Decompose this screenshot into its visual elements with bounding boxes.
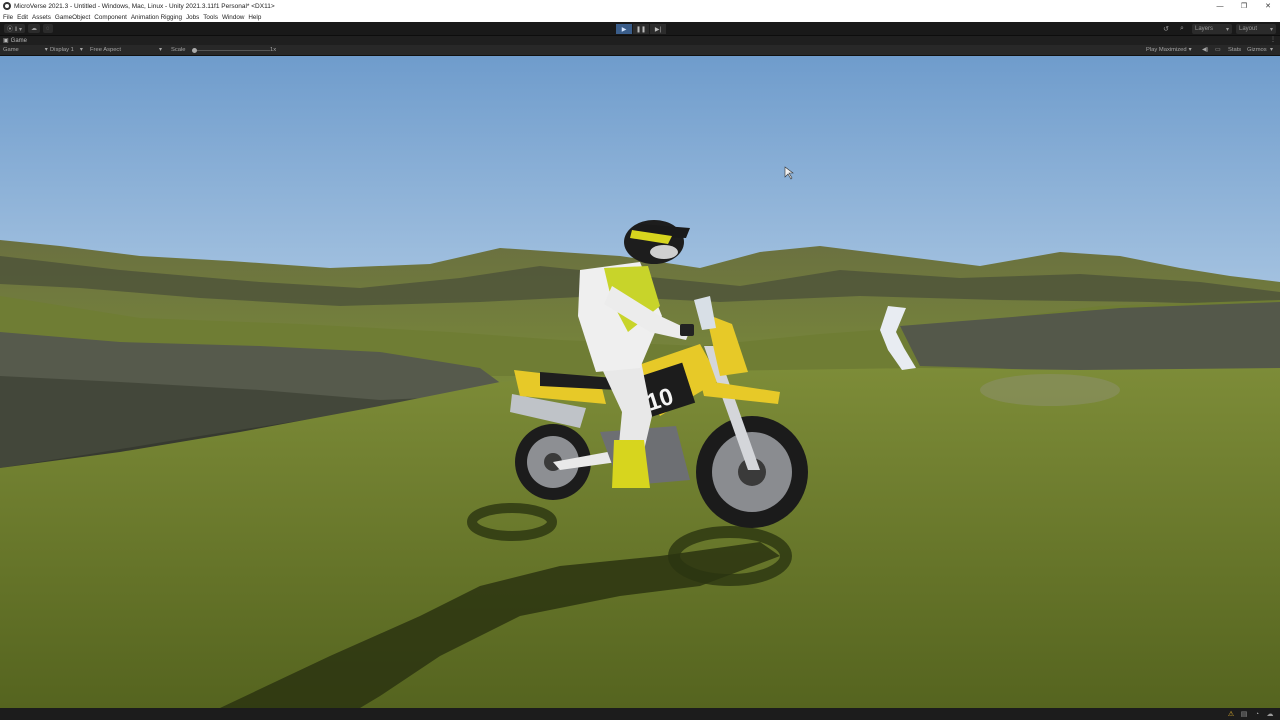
gizmos-dropdown-icon[interactable]: ▾ <box>1270 47 1273 53</box>
play-mode-label: Play Maximized <box>1146 47 1187 53</box>
chevron-down-icon: ▾ <box>1269 26 1273 33</box>
aspect-dropdown[interactable]: Free Aspect ▾ <box>90 47 162 53</box>
game-render: 10 <box>0 56 1280 708</box>
warning-icon[interactable]: ⚠ <box>1227 710 1235 718</box>
scale-label: Scale <box>171 47 186 53</box>
menu-help[interactable]: Help <box>248 14 261 21</box>
game-view-toolbar: Game ▾ Display 1 ▾ Free Aspect ▾ Scale 1x P… <box>0 45 1280 56</box>
window-controls: — ❐ ✕ <box>1208 0 1280 12</box>
grass-mound <box>980 374 1120 406</box>
menu-component[interactable]: Component <box>94 14 127 21</box>
tab-bar: ▣ Game ⋮ <box>0 36 1280 45</box>
cloud-icon[interactable]: ☁ <box>28 24 41 33</box>
toolbar-left-group: ⦿ ll ▾ ☁ ◌ <box>4 24 53 33</box>
play-mode-dropdown[interactable]: Play Maximized ▾ <box>1146 47 1192 53</box>
keyboard-icon[interactable]: ▭ <box>1215 47 1220 53</box>
layout-label: Layout <box>1239 26 1258 32</box>
display-label: Display 1 <box>50 47 74 53</box>
display-dropdown[interactable]: Display 1 ▾ <box>50 47 83 53</box>
status-bar: ⚠ ▤ ◔ ☁ <box>0 708 1280 720</box>
chevron-down-icon: ▾ <box>1225 26 1229 33</box>
display-mode-dropdown[interactable]: Game ▾ <box>3 47 48 53</box>
gamepad-icon: ▣ <box>3 38 9 44</box>
pause-button[interactable]: ❚❚ <box>633 24 649 34</box>
history-icon[interactable]: ↺ <box>1160 24 1172 34</box>
aspect-label: Free Aspect <box>90 47 121 53</box>
scale-value: 1x <box>270 47 277 53</box>
cloud-status-icon[interactable]: ☁ <box>1266 710 1274 718</box>
game-viewport[interactable]: 10 <box>0 56 1280 708</box>
console-icon[interactable]: ▤ <box>1240 710 1248 718</box>
goggles <box>650 245 678 259</box>
search-icon[interactable]: ⌕ <box>1176 24 1188 34</box>
chevron-down-icon: ▾ <box>44 47 48 53</box>
close-button[interactable]: ✕ <box>1256 0 1280 12</box>
chevron-down-icon: ▾ <box>79 47 83 53</box>
chevron-down-icon: ▾ <box>1188 47 1192 53</box>
progress-icon[interactable]: ◔ <box>1253 710 1261 718</box>
menu-window[interactable]: Window <box>222 14 244 21</box>
pause-icon: ❚❚ <box>635 26 647 33</box>
menu-jobs[interactable]: Jobs <box>186 14 199 21</box>
play-icon: ▶ <box>621 26 627 33</box>
scale-slider-handle[interactable] <box>192 48 197 53</box>
tab-options-icon[interactable]: ⋮ <box>1270 36 1276 43</box>
rider-boot <box>612 440 650 488</box>
account-dropdown[interactable]: ⦿ ll ▾ <box>4 24 26 33</box>
gizmos-button[interactable]: Gizmos <box>1247 47 1267 53</box>
play-button[interactable]: ▶ <box>616 24 632 34</box>
mute-audio-icon[interactable]: ◀) <box>1202 47 1208 53</box>
menu-edit[interactable]: Edit <box>17 14 28 21</box>
step-icon: ▶| <box>654 26 662 33</box>
menu-animation-rigging[interactable]: Animation Rigging <box>131 14 182 21</box>
minimize-button[interactable]: — <box>1208 0 1232 12</box>
stats-button[interactable]: Stats <box>1228 47 1241 53</box>
unity-logo-icon <box>3 2 11 10</box>
menu-gameobject[interactable]: GameObject <box>55 14 90 21</box>
tab-game[interactable]: ▣ Game <box>3 36 27 45</box>
collab-icon[interactable]: ◌ <box>43 24 53 33</box>
main-toolbar: ⦿ ll ▾ ☁ ◌ ▶ ❚❚ ▶| ↺ ⌕ Layers ▾ Layout ▾ <box>0 22 1280 36</box>
rider-glove <box>680 324 694 336</box>
window-title-bar: MicroVerse 2021.3 - Untitled - Windows, … <box>0 0 1280 12</box>
menu-tools[interactable]: Tools <box>203 14 218 21</box>
layers-dropdown[interactable]: Layers ▾ <box>1192 24 1232 34</box>
layers-label: Layers <box>1195 26 1214 32</box>
menu-assets[interactable]: Assets <box>32 14 51 21</box>
tab-game-label: Game <box>10 37 28 44</box>
layout-dropdown[interactable]: Layout ▾ <box>1236 24 1276 34</box>
scale-slider[interactable] <box>192 48 270 53</box>
step-button[interactable]: ▶| <box>650 24 666 34</box>
chevron-down-icon: ▾ <box>158 47 162 53</box>
playmode-controls: ▶ ❚❚ ▶| <box>616 24 666 34</box>
toolbar-right-group: ↺ ⌕ Layers ▾ Layout ▾ <box>1160 24 1276 34</box>
menu-file[interactable]: File <box>3 14 13 21</box>
restore-button[interactable]: ❐ <box>1232 0 1256 12</box>
window-title: MicroVerse 2021.3 - Untitled - Windows, … <box>14 2 275 10</box>
menu-bar: File Edit Assets GameObject Component An… <box>0 12 1280 22</box>
display-mode-label: Game <box>3 47 19 53</box>
status-icons: ⚠ ▤ ◔ ☁ <box>1227 710 1274 719</box>
